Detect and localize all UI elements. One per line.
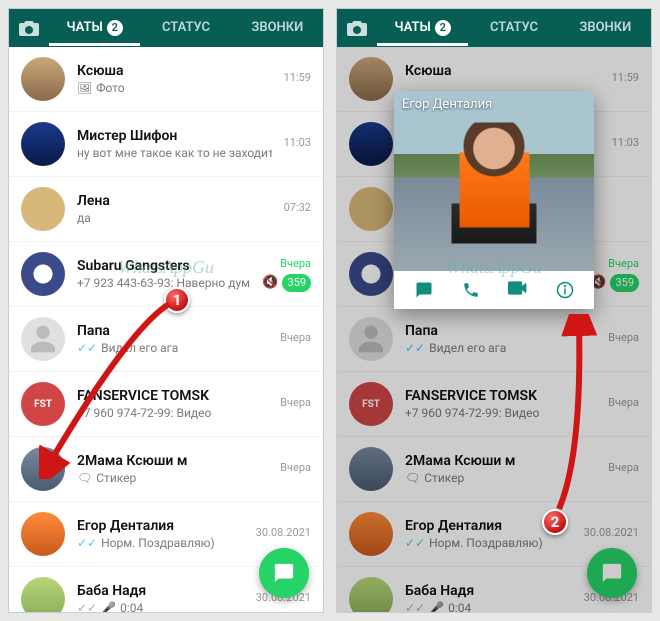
arrow-annotation (39, 299, 179, 479)
chat-preview: 🖼 Фото (77, 81, 272, 95)
tab-status[interactable]: СТАТУС (140, 10, 231, 46)
camera-icon[interactable] (9, 20, 49, 36)
tab-chats[interactable]: ЧАТЫ2 (49, 10, 140, 46)
avatar[interactable] (21, 577, 65, 613)
call-icon[interactable] (462, 281, 480, 299)
tab-status[interactable]: СТАТУС (468, 10, 559, 46)
message-icon[interactable] (414, 281, 434, 299)
sent-check-icon: ✓✓ (77, 601, 97, 613)
mute-icon: 🔇 (262, 275, 278, 290)
chat-row[interactable]: Лена да 07:32 (9, 177, 323, 242)
info-icon[interactable] (556, 281, 574, 299)
video-icon[interactable] (508, 281, 528, 299)
unread-badge: 359 (282, 274, 311, 292)
chat-time: 11:59 (284, 71, 311, 84)
avatar[interactable] (21, 122, 65, 166)
chat-row[interactable]: Мистер Шифон ну вот мне такое как то не … (9, 112, 323, 177)
tab-calls[interactable]: ЗВОНКИ (560, 10, 651, 46)
contact-name: Егор Денталия (402, 97, 492, 112)
avatar[interactable] (21, 512, 65, 556)
mic-icon: 🎤 (101, 601, 116, 613)
photo-icon: 🖼 (77, 81, 92, 95)
popup-actions (394, 271, 594, 309)
contact-photo[interactable]: Егор Денталия (394, 91, 594, 271)
phone-screen-right: ЧАТЫ2 СТАТУС ЗВОНКИ Ксюша 11:59 Мистер Ш… (336, 8, 652, 613)
new-chat-fab[interactable] (259, 548, 309, 598)
avatar[interactable] (21, 187, 65, 231)
phone-screen-left: ЧАТЫ2 СТАТУС ЗВОНКИ Ксюша 🖼 Фото 11:59 М… (8, 8, 324, 613)
avatar[interactable] (21, 252, 65, 296)
read-check-icon: ✓✓ (77, 536, 97, 550)
contact-preview-popup: Егор Денталия (394, 91, 594, 309)
chat-row[interactable]: Ксюша 🖼 Фото 11:59 (9, 47, 323, 112)
top-tabs: ЧАТЫ2 СТАТУС ЗВОНКИ (337, 9, 651, 47)
avatar[interactable] (21, 57, 65, 101)
tab-chats[interactable]: ЧАТЫ2 (377, 10, 468, 46)
top-tabs: ЧАТЫ2 СТАТУС ЗВОНКИ (9, 9, 323, 47)
tab-calls[interactable]: ЗВОНКИ (232, 10, 323, 46)
arrow-annotation (547, 314, 597, 514)
chat-name: Ксюша (77, 63, 272, 79)
camera-icon[interactable] (337, 20, 377, 36)
